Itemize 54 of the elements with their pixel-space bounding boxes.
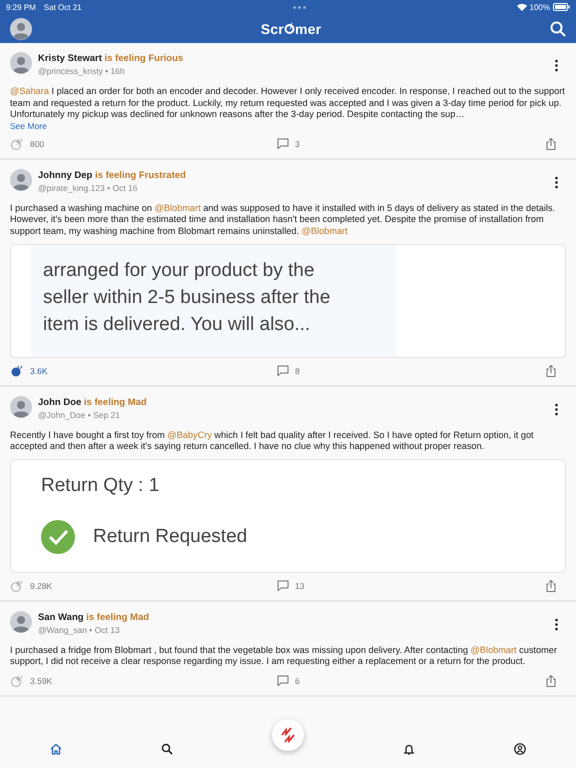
create-post-button[interactable] (272, 719, 304, 751)
share-icon[interactable] (546, 138, 556, 150)
attached-screenshot[interactable]: arranged for your product by the seller within 2-5 business after the item is delivered. You will also... (10, 244, 566, 358)
share-icon[interactable] (546, 580, 556, 592)
scream-icon (280, 727, 296, 743)
post-meta: @John_Doe • Sep 21 (38, 410, 122, 420)
battery-icon (553, 3, 570, 11)
search-icon[interactable] (550, 20, 566, 36)
check-icon (41, 520, 75, 554)
reaction-count: 3.59K (30, 676, 52, 686)
reaction-count: 9.28K (30, 580, 52, 591)
post-meta: @Wang_san • Oct 13 (38, 624, 121, 635)
screenshot-text: Return Requested (93, 524, 248, 549)
see-more-link[interactable]: See More (10, 120, 566, 131)
wifi-icon (516, 3, 527, 11)
screenshot-text: item is delivered. You will also... (43, 312, 310, 337)
attached-screenshot[interactable]: Return Qty : 1 Return Requested (10, 458, 566, 573)
reaction-icon[interactable] (10, 364, 24, 377)
status-date: Sat Oct 21 (44, 2, 82, 12)
share-icon[interactable] (546, 674, 556, 687)
more-icon (292, 6, 306, 8)
logo-text: Scr (260, 20, 284, 36)
reaction-count: 800 (30, 138, 44, 149)
comment-icon[interactable] (277, 675, 289, 686)
comment-count: 8 (295, 366, 300, 376)
comment-icon[interactable] (277, 580, 289, 592)
comment-count: 6 (295, 676, 300, 686)
author-line: Johnny Dep is feeling Frustrated (38, 170, 187, 181)
post-text: I purchased a fridge from Blobmart , but found that the vegetable box was missing upon delivery. After contacting @Blobmart customer support, I did not receive a clear response regarding my issue. I am requesting either a replacement or a return for the product. (10, 644, 558, 668)
screenshot-text: arranged for your product by the (43, 258, 314, 283)
author-line: San Wang is feeling Mad (38, 612, 150, 623)
logo-text: mer (294, 20, 322, 36)
author-line: John Doe is feeling Mad (38, 396, 148, 408)
author-line: Kristy Stewart is feeling Furious (38, 53, 184, 64)
post-text: @Sahara I placed an order for both an encoder and decoder. However I only received encoder. In response, I reached out to the support team and requested a return for the product. Luckily, my return requested was accepted and I was given a 3-day time period for pick up. Unfortunately my pickup was declined for unknown reasons after the 3-day period. Despite contacting the sup… (10, 86, 566, 121)
comment-icon[interactable] (277, 138, 289, 150)
search-icon[interactable] (160, 743, 173, 755)
reaction-count: 3.6K (30, 366, 48, 376)
battery-percent: 100% (530, 2, 550, 12)
notifications-icon[interactable] (403, 743, 416, 755)
share-icon[interactable] (546, 364, 556, 377)
comment-icon[interactable] (277, 365, 289, 376)
post-meta: @princess_kristy • 16h (38, 66, 126, 76)
comment-count: 13 (295, 580, 304, 591)
post-meta: @pirate_king.123 • Oct 16 (38, 182, 138, 193)
home-icon[interactable] (50, 743, 62, 755)
status-time: 9:29 PM (6, 2, 36, 12)
post-text: Recently I have bought a first toy from @BabyCry which I felt bad quality after I received. So I have opted for Return option, it got accepted and then after a week it's saying return cancelled. I have no clue why this happened without proper reason. (10, 430, 535, 453)
screenshot-text: seller within 2-5 business after the (43, 286, 330, 310)
profile-icon[interactable] (514, 743, 526, 755)
post-text: I purchased a washing machine on @Blobmart and was supposed to have it installed with in 5 days of delivery as stated in the details. However, it's been more than the estimated time and installation hasn't been completed yet. Despite the promise of installation from support team, my washing machine from Blobmart remains uninstalled. @Blobmart (10, 202, 556, 238)
screenshot-text: Return Qty : 1 (41, 474, 160, 498)
logo-icon (284, 23, 295, 34)
comment-count: 3 (295, 138, 300, 149)
